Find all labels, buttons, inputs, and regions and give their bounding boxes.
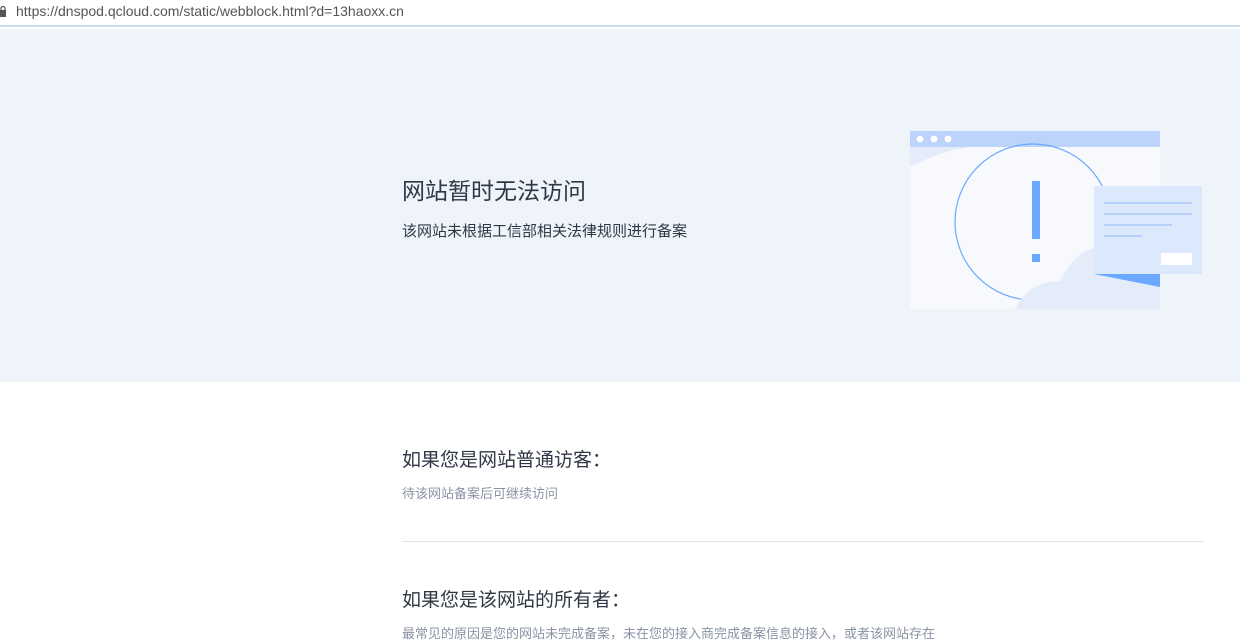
section-divider: [402, 541, 1204, 542]
warning-illustration: [910, 131, 1202, 309]
owner-section-title: 如果您是该网站的所有者：: [402, 589, 631, 611]
lock-icon: [0, 6, 6, 17]
hero-banner: 网站暂时无法访问 该网站未根据工信部相关法律规则进行备案: [0, 29, 1240, 382]
owner-section-text: 最常见的原因是您的网站未完成备案，未在您的接入商完成备案信息的接入，或者该网站存…: [402, 627, 936, 642]
visitor-section-title: 如果您是网站普通访客：: [402, 449, 612, 471]
page-subtitle: 该网站未根据工信部相关法律规则进行备案: [402, 222, 688, 240]
visitor-section-text: 待该网站备案后可继续访问: [402, 487, 559, 502]
page-title: 网站暂时无法访问: [402, 179, 586, 205]
browser-address-bar[interactable]: https://dnspod.qcloud.com/static/webbloc…: [0, 0, 1240, 27]
address-url[interactable]: https://dnspod.qcloud.com/static/webbloc…: [16, 3, 404, 19]
